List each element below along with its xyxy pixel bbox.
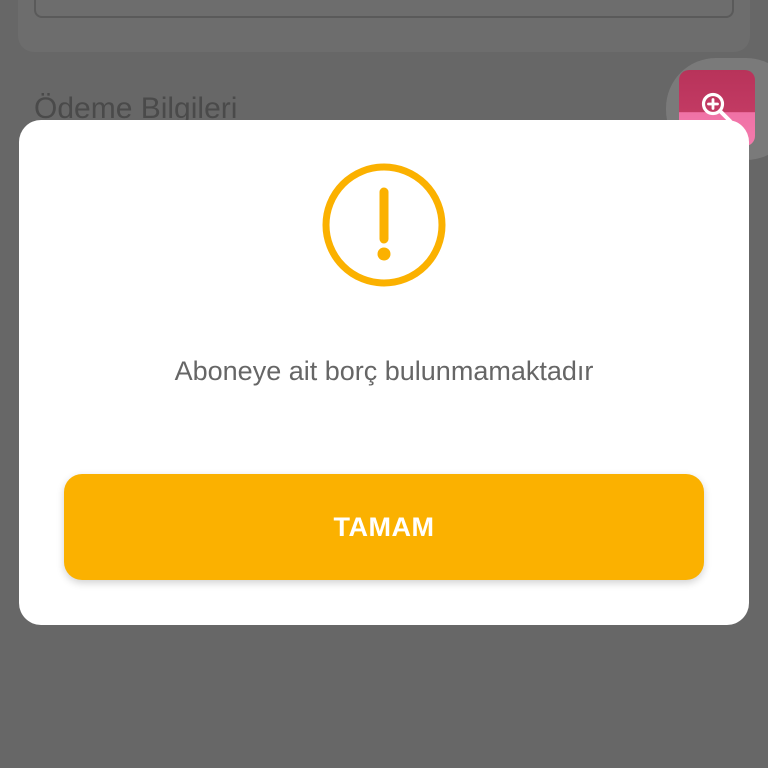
dialog-message: Aboneye ait borç bulunmamaktadır <box>174 356 594 386</box>
confirm-button[interactable]: TAMAM <box>64 474 704 580</box>
alert-dialog: Aboneye ait borç bulunmamaktadır TAMAM <box>19 120 749 625</box>
warning-circle-icon <box>322 163 446 287</box>
background-input-field <box>34 0 734 18</box>
